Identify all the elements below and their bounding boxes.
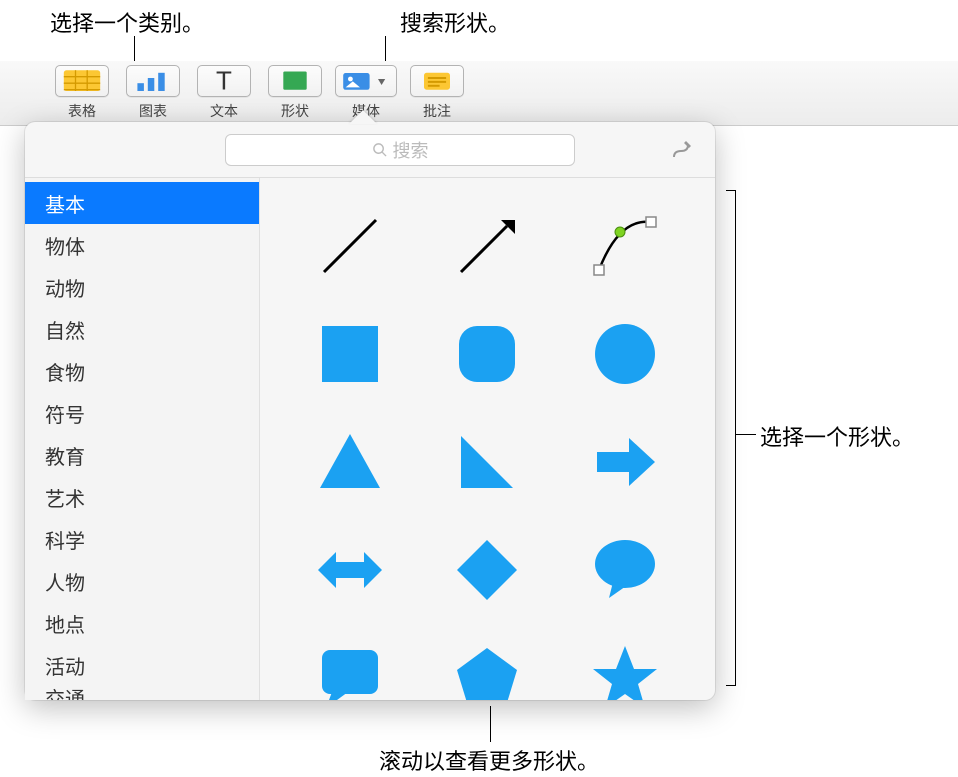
- sidebar-item-education[interactable]: 教育: [25, 434, 259, 476]
- shape-icon: [268, 65, 322, 97]
- shape-speech-bubble[interactable]: [580, 525, 670, 615]
- toolbar-label: 表格: [68, 101, 96, 121]
- shape-rounded-square[interactable]: [442, 309, 532, 399]
- popover-header: 搜索: [25, 122, 715, 178]
- toolbar-shape-button[interactable]: 形状: [261, 64, 329, 122]
- sidebar-item-nature[interactable]: 自然: [25, 308, 259, 350]
- shape-pentagon[interactable]: [442, 633, 532, 700]
- sidebar-item-activities[interactable]: 活动: [25, 644, 259, 686]
- search-icon: [372, 142, 387, 157]
- shape-arrow-horizontal[interactable]: [305, 525, 395, 615]
- sidebar-item-basic[interactable]: 基本: [25, 182, 259, 224]
- callout-select-shape: 选择一个形状。: [760, 420, 914, 452]
- search-placeholder: 搜索: [393, 137, 429, 163]
- callout-select-category: 选择一个类别。: [50, 6, 204, 38]
- sidebar-item-science[interactable]: 科学: [25, 518, 259, 560]
- shape-diamond[interactable]: [442, 525, 532, 615]
- search-input[interactable]: 搜索: [225, 134, 575, 166]
- table-icon: [55, 65, 109, 97]
- shape-star[interactable]: [580, 633, 670, 700]
- bracket: [726, 190, 736, 686]
- shape-right-triangle[interactable]: [442, 417, 532, 507]
- media-icon: [335, 65, 397, 97]
- shapes-popover: 搜索 基本 物体 动物 自然 食物 符号 教育 艺术 科学 人物 地点 活动 交…: [25, 122, 715, 700]
- leader-line: [490, 706, 491, 742]
- toolbar-label: 形状: [281, 101, 309, 121]
- sidebar-item-art[interactable]: 艺术: [25, 476, 259, 518]
- toolbar-table-button[interactable]: 表格: [48, 64, 116, 122]
- shape-arrow-line[interactable]: [442, 201, 532, 291]
- sidebar-item-partial[interactable]: 交通: [25, 686, 259, 700]
- shape-callout-box[interactable]: [305, 633, 395, 700]
- category-sidebar: 基本 物体 动物 自然 食物 符号 教育 艺术 科学 人物 地点 活动 交通: [25, 178, 260, 700]
- shape-triangle[interactable]: [305, 417, 395, 507]
- shape-arrow-right[interactable]: [580, 417, 670, 507]
- toolbar-chart-button[interactable]: 图表: [119, 64, 187, 122]
- shape-grid: [260, 178, 715, 700]
- popover-arrow: [349, 110, 377, 124]
- sidebar-item-objects[interactable]: 物体: [25, 224, 259, 266]
- sidebar-item-people[interactable]: 人物: [25, 560, 259, 602]
- shape-line[interactable]: [305, 201, 395, 291]
- callout-search-shapes: 搜索形状。: [400, 6, 510, 38]
- sidebar-item-animals[interactable]: 动物: [25, 266, 259, 308]
- toolbar-label: 批注: [423, 101, 451, 121]
- leader-line: [736, 434, 756, 435]
- toolbar-label: 文本: [210, 101, 238, 121]
- toolbar-text-button[interactable]: T 文本: [190, 64, 258, 122]
- text-icon: T: [197, 65, 251, 97]
- shape-bezier-curve[interactable]: [580, 201, 670, 291]
- draw-pen-icon[interactable]: [669, 137, 695, 163]
- comment-icon: [410, 65, 464, 97]
- sidebar-item-symbols[interactable]: 符号: [25, 392, 259, 434]
- svg-text:T: T: [216, 66, 232, 96]
- chart-icon: [126, 65, 180, 97]
- toolbar: 表格 图表 T 文本 形状 媒体 批注: [0, 61, 958, 126]
- shape-circle[interactable]: [580, 309, 670, 399]
- toolbar-label: 图表: [139, 101, 167, 121]
- sidebar-item-food[interactable]: 食物: [25, 350, 259, 392]
- callout-scroll-more: 滚动以查看更多形状。: [379, 744, 599, 776]
- toolbar-comment-button[interactable]: 批注: [403, 64, 471, 122]
- shape-square[interactable]: [305, 309, 395, 399]
- sidebar-item-places[interactable]: 地点: [25, 602, 259, 644]
